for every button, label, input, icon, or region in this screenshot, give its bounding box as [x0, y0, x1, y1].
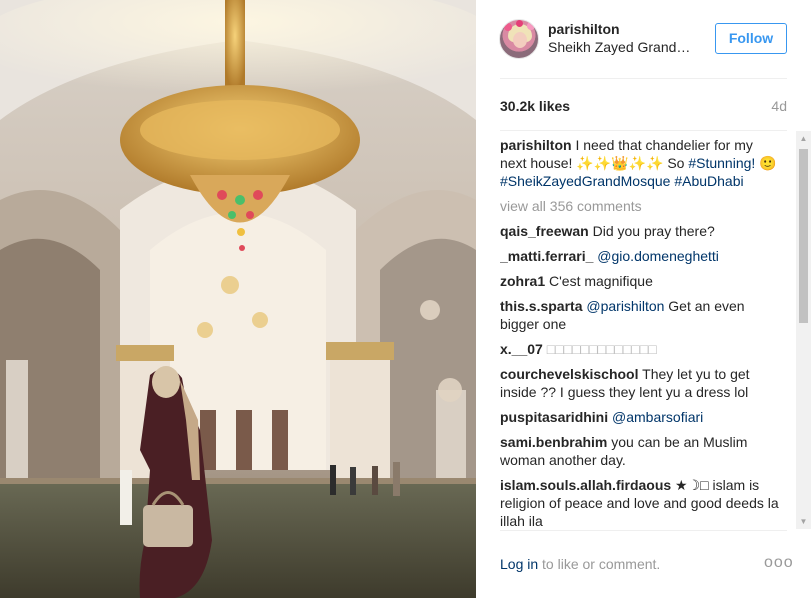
comment-item: qais_freewan Did you pray there? [500, 222, 780, 240]
caption-username[interactable]: parishilton [500, 137, 572, 153]
view-all-comments-link[interactable]: view all 356 comments [500, 197, 780, 215]
post-age[interactable]: 4d [771, 98, 787, 114]
avatar-face [513, 32, 527, 48]
comment-username[interactable]: this.s.sparta [500, 298, 582, 314]
post-details-panel: parishilton Sheikh Zayed Grand… Follow 3… [476, 0, 812, 598]
login-prompt-text: to like or comment. [538, 556, 661, 572]
comment-username[interactable]: _matti.ferrari_ [500, 248, 593, 264]
avatar-flower [516, 20, 523, 27]
comment-item: sami.benbrahim you can be an Muslim woma… [500, 433, 780, 469]
scroll-down-arrow-icon[interactable]: ▼ [796, 514, 811, 529]
post-location[interactable]: Sheikh Zayed Grand… [548, 39, 708, 55]
hashtag-link[interactable]: #SheikZayedGrandMosque [500, 173, 670, 189]
caption: parishilton I need that chandelier for m… [500, 136, 780, 190]
comment-item: x.__07 □□□□□□□□□□□□□ [500, 340, 780, 358]
comment-text: Did you pray there? [588, 223, 715, 239]
comments-scrollbar[interactable]: ▲ ▼ [796, 131, 811, 529]
post-photo[interactable] [0, 0, 476, 598]
comment-item: zohra1 C'est magnifique [500, 272, 780, 290]
avatar-flower [504, 23, 512, 31]
comments-list[interactable]: parishilton I need that chandelier for m… [500, 136, 780, 530]
comment-username[interactable]: qais_freewan [500, 223, 589, 239]
follow-button[interactable]: Follow [715, 23, 787, 54]
comment-username[interactable]: sami.benbrahim [500, 434, 607, 450]
login-prompt: Log in to like or comment. [500, 556, 660, 572]
mention-link[interactable]: @ambarsofiari [612, 409, 703, 425]
hashtag-link[interactable]: #Stunning! [688, 155, 755, 171]
post-username[interactable]: parishilton [548, 21, 620, 37]
comment-item: courchevelskischool They let yu to get i… [500, 365, 780, 401]
comment-item: puspitasaridhini @ambarsofiari [500, 408, 780, 426]
avatar-flower [527, 22, 535, 30]
likes-count[interactable]: 30.2k likes [500, 98, 570, 114]
comment-item: islam.souls.allah.firdaous ★☽□ islam is … [500, 476, 780, 530]
post-header: parishilton Sheikh Zayed Grand… Follow [476, 0, 812, 78]
comment-username[interactable]: islam.souls.allah.firdaous [500, 477, 671, 493]
hashtag-link[interactable]: #AbuDhabi [674, 173, 743, 189]
comment-username[interactable]: puspitasaridhini [500, 409, 608, 425]
comment-username[interactable]: x.__07 [500, 341, 543, 357]
login-link[interactable]: Log in [500, 556, 538, 572]
avatar[interactable] [499, 19, 539, 59]
scroll-up-arrow-icon[interactable]: ▲ [796, 131, 811, 146]
comment-item: _matti.ferrari_ @gio.domeneghetti [500, 247, 780, 265]
divider [500, 530, 787, 531]
mention-link[interactable]: @gio.domeneghetti [597, 248, 719, 264]
caption-text: 🙂 [755, 155, 777, 171]
comment-item: this.s.sparta @parishilton Get an even b… [500, 297, 780, 333]
more-options-icon[interactable]: ooo [764, 554, 794, 572]
comment-text: □□□□□□□□□□□□□ [542, 341, 657, 357]
comment-text: C'est magnifique [545, 273, 653, 289]
mention-link[interactable]: @parishilton [586, 298, 664, 314]
comment-username[interactable]: courchevelskischool [500, 366, 639, 382]
divider [500, 130, 787, 131]
mosque-interior-image [0, 0, 476, 598]
comment-username[interactable]: zohra1 [500, 273, 545, 289]
scroll-thumb[interactable] [799, 149, 808, 323]
divider [500, 78, 787, 79]
